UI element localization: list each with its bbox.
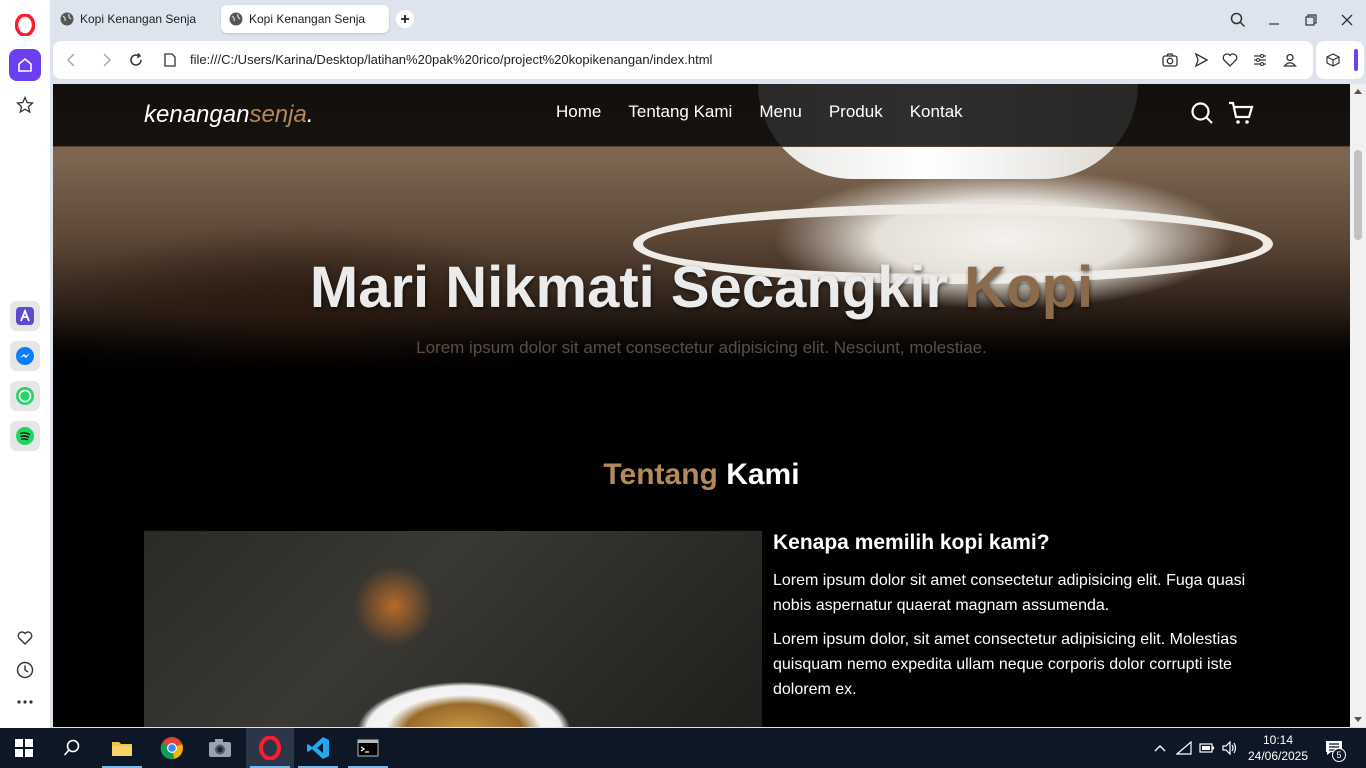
extensions-area [1316,41,1364,79]
page-scrollbar[interactable] [1350,84,1366,727]
close-icon[interactable] [1337,10,1357,30]
history-clock-icon[interactable] [9,654,41,686]
camera-app-icon[interactable] [196,728,244,768]
sidebar-toggle-indicator[interactable] [1354,49,1358,71]
notification-center-icon[interactable]: 5 [1322,736,1346,762]
vscode-icon[interactable] [294,728,342,768]
more-options-icon[interactable] [9,686,41,718]
nav-link-kontak[interactable]: Kontak [910,102,963,122]
network-icon[interactable] [1176,740,1192,756]
site-logo[interactable]: kenangansenja. [144,101,313,129]
star-icon[interactable] [9,89,41,121]
reload-icon[interactable] [127,51,145,69]
file-icon [161,51,179,69]
webpage-viewport: kenangansenja. Home Tentang Kami Menu Pr… [53,84,1350,727]
nav-link-produk[interactable]: Produk [829,102,883,122]
chrome-icon[interactable] [148,728,196,768]
hero-subtitle: Lorem ipsum dolor sit amet consectetur a… [416,338,987,357]
back-arrow-icon[interactable] [62,51,80,69]
about-section-title: Tentang Kami [603,458,800,491]
opera-logo-icon[interactable] [12,12,38,38]
extensions-cube-icon[interactable] [1324,51,1342,69]
profile-icon[interactable] [1281,51,1299,69]
browser-tab-active[interactable]: Kopi Kenangan Senja [221,5,389,33]
about-content: Kenapa memilih kopi kami? Lorem ipsum do… [773,531,1253,711]
minimize-icon[interactable] [1264,10,1284,30]
new-tab-plus-icon[interactable] [396,10,414,28]
url-field[interactable]: file:///C:/Users/Karina/Desktop/latihan%… [190,52,712,67]
home-icon[interactable] [9,49,41,81]
windows-taskbar: 10:14 24/06/2025 5 [0,728,1366,768]
latte-art-image [144,531,762,727]
heart-icon[interactable] [9,622,41,654]
address-bar: file:///C:/Users/Karina/Desktop/latihan%… [53,41,1313,79]
tab-title: Kopi Kenangan Senja [249,12,366,26]
globe-icon [229,12,243,26]
spotify-icon[interactable] [10,421,40,451]
restore-icon[interactable] [1301,10,1321,30]
opera-taskbar-icon[interactable] [246,728,294,768]
site-menu: Home Tentang Kami Menu Produk Kontak [556,102,963,122]
tab-title: Kopi Kenangan Senja [80,12,197,26]
scrollbar-thumb[interactable] [1354,150,1362,240]
nav-link-menu[interactable]: Menu [759,102,802,122]
camera-snapshot-icon[interactable] [1161,51,1179,69]
about-paragraph: Lorem ipsum dolor sit amet consectetur a… [773,572,1246,614]
battery-icon[interactable] [1199,740,1215,756]
site-navbar: kenangansenja. Home Tentang Kami Menu Pr… [53,84,1350,147]
opera-sidebar [0,0,50,728]
search-icon[interactable] [1189,100,1215,126]
hero-title: Mari Nikmati Secangkir Kopi [309,255,1094,320]
nav-link-tentang-kami[interactable]: Tentang Kami [628,102,732,122]
browser-tab[interactable]: Kopi Kenangan Senja [52,5,212,33]
forward-arrow-icon[interactable] [98,51,116,69]
windows-start-icon[interactable] [0,728,48,768]
messenger-icon[interactable] [10,341,40,371]
show-hidden-icons-chevron-icon[interactable] [1152,740,1168,756]
terminal-icon[interactable] [344,728,392,768]
easy-setup-icon[interactable] [1251,51,1269,69]
nav-link-home[interactable]: Home [556,102,601,122]
bookmark-heart-icon[interactable] [1221,51,1239,69]
system-clock[interactable]: 10:14 24/06/2025 [1246,732,1310,764]
tab-search-icon[interactable] [1228,10,1248,30]
aria-app-icon[interactable] [10,301,40,331]
notification-count-badge: 5 [1332,748,1346,762]
volume-icon[interactable] [1222,740,1238,756]
file-explorer-icon[interactable] [98,728,146,768]
about-heading: Kenapa memilih kopi kami? [773,531,1050,554]
shopping-cart-icon[interactable] [1228,100,1254,126]
search-icon[interactable] [48,728,96,768]
globe-icon [60,12,74,26]
about-paragraph: Lorem ipsum dolor, sit amet consectetur … [773,631,1238,698]
tab-bar: Kopi Kenangan Senja Kopi Kenangan Senja [50,0,1366,40]
flow-send-icon[interactable] [1192,51,1210,69]
whatsapp-icon[interactable] [10,381,40,411]
